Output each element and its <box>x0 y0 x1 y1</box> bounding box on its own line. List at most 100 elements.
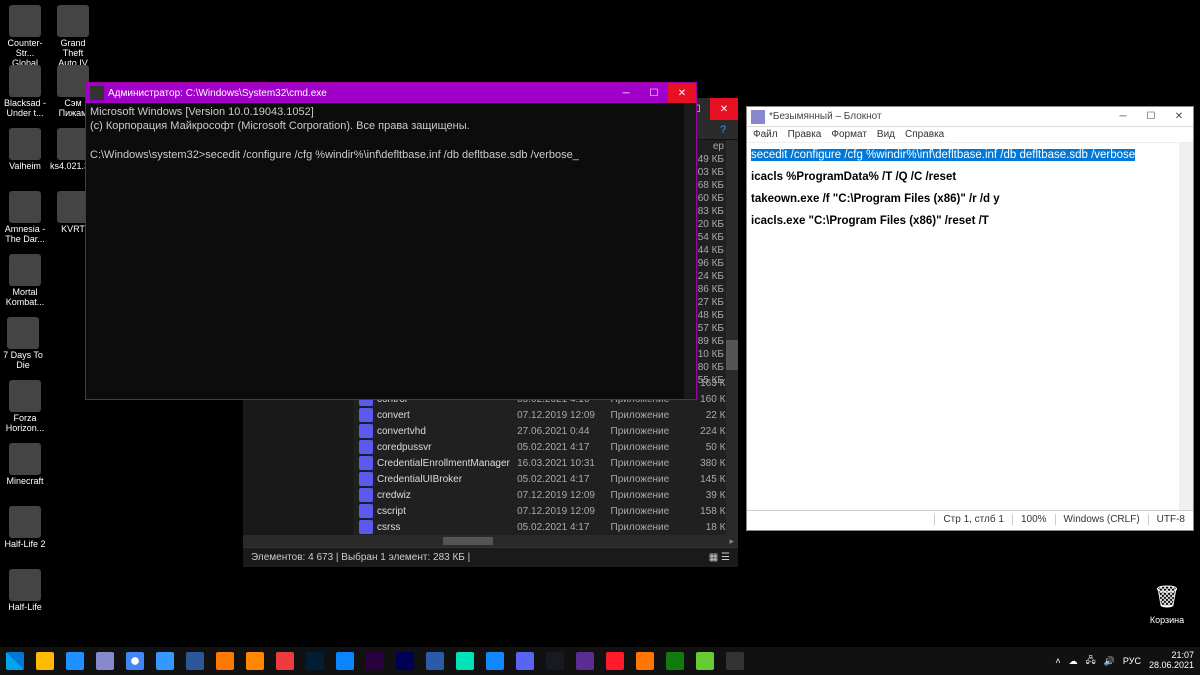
menu-item[interactable]: Файл <box>753 129 778 140</box>
menu-item[interactable]: Справка <box>905 129 944 140</box>
taskbar-button[interactable] <box>90 647 120 675</box>
app-icon <box>576 652 594 670</box>
taskbar-button[interactable] <box>210 647 240 675</box>
menu-item[interactable]: Вид <box>877 129 895 140</box>
tray-chevron-icon[interactable]: ˄ <box>1055 656 1060 666</box>
minimize-button[interactable]: ─ <box>1109 107 1137 127</box>
taskbar-button[interactable] <box>450 647 480 675</box>
taskbar-button[interactable] <box>240 647 270 675</box>
menu-item[interactable]: Правка <box>788 129 822 140</box>
recycle-bin[interactable]: 🗑 Корзина <box>1144 581 1190 625</box>
taskbar-button[interactable] <box>600 647 630 675</box>
app-icon <box>336 652 354 670</box>
table-row[interactable]: cscript07.12.2019 12:09Приложение158 КБ <box>353 503 738 519</box>
taskbar-button[interactable] <box>270 647 300 675</box>
scrollbar[interactable] <box>684 103 696 399</box>
desktop-icon[interactable]: ForzaHorizon... <box>2 380 48 434</box>
taskbar-button[interactable] <box>510 647 540 675</box>
maximize-button[interactable]: ☐ <box>1137 107 1165 127</box>
scrollbar[interactable] <box>726 140 738 535</box>
file-icon <box>359 488 373 502</box>
cmd-titlebar[interactable]: Администратор: C:\Windows\System32\cmd.e… <box>86 83 696 103</box>
app-icon <box>306 652 324 670</box>
notepad-body[interactable]: secedit /configure /cfg %windir%\inf\def… <box>747 143 1193 510</box>
taskbar-button[interactable] <box>30 647 60 675</box>
app-icon <box>156 652 174 670</box>
taskbar-button[interactable] <box>330 647 360 675</box>
file-icon <box>359 408 373 422</box>
notepad-window[interactable]: *Безымянный – Блокнот ─ ☐ ✕ Файл Правка Фо… <box>746 106 1194 531</box>
taskbar-button[interactable] <box>0 647 30 675</box>
h-scrollbar[interactable]: ▸ <box>243 535 738 547</box>
app-icon <box>216 652 234 670</box>
file-icon <box>359 440 373 454</box>
help-icon[interactable]: ? <box>714 122 732 138</box>
trash-icon: 🗑 <box>1151 581 1183 613</box>
taskbar[interactable]: ˄ ☁ 🖧 🔊 РУС 21:0728.06.2021 <box>0 647 1200 675</box>
table-row[interactable]: CredentialEnrollmentManager16.03.2021 10… <box>353 455 738 471</box>
tray-volume-icon[interactable]: 🔊 <box>1104 656 1115 667</box>
app-icon <box>126 652 144 670</box>
notepad-statusbar: Стр 1, стлб 1 100% Windows (CRLF) UTF-8 <box>747 510 1193 528</box>
table-row[interactable]: CredentialUIBroker05.02.2021 4:17Приложе… <box>353 471 738 487</box>
desktop-icon[interactable]: Minecraft <box>2 443 48 487</box>
minimize-button[interactable]: ─ <box>612 83 640 103</box>
taskbar-button[interactable] <box>690 647 720 675</box>
taskbar-button[interactable] <box>660 647 690 675</box>
app-icon <box>6 652 24 670</box>
desktop-icon[interactable]: Blacksad -Under t... <box>2 65 48 119</box>
close-button[interactable]: ✕ <box>710 98 738 120</box>
tray-onedrive-icon[interactable]: ☁ <box>1069 656 1078 667</box>
app-icon <box>606 652 624 670</box>
table-row[interactable]: coredpussvr05.02.2021 4:17Приложение50 К… <box>353 439 738 455</box>
file-icon <box>359 504 373 518</box>
app-icon <box>636 652 654 670</box>
desktop: Counter-Str...Global Offe...Grand TheftA… <box>0 0 1200 675</box>
close-button[interactable]: ✕ <box>1165 107 1193 127</box>
view-icons[interactable]: ▦ ☰ <box>709 552 730 563</box>
app-icon <box>7 317 39 349</box>
maximize-button[interactable]: ☐ <box>640 83 668 103</box>
app-icon <box>456 652 474 670</box>
cmd-body[interactable]: Microsoft Windows [Version 10.0.19043.10… <box>86 103 696 399</box>
taskbar-button[interactable] <box>570 647 600 675</box>
notepad-titlebar[interactable]: *Безымянный – Блокнот ─ ☐ ✕ <box>747 107 1193 127</box>
taskbar-button[interactable] <box>300 647 330 675</box>
taskbar-button[interactable] <box>120 647 150 675</box>
taskbar-button[interactable] <box>390 647 420 675</box>
tray-network-icon[interactable]: 🖧 <box>1086 653 1096 669</box>
taskbar-button[interactable] <box>540 647 570 675</box>
desktop-icon[interactable]: Valheim <box>2 128 48 172</box>
desktop-icon[interactable]: Grand TheftAuto IV <box>50 5 96 69</box>
table-row[interactable]: convert07.12.2019 12:09Приложение22 КБ <box>353 407 738 423</box>
desktop-icon[interactable]: Amnesia -The Dar... <box>2 191 48 245</box>
app-icon <box>486 652 504 670</box>
tray-lang[interactable]: РУС <box>1123 656 1141 666</box>
desktop-icon[interactable]: 7 Days To Die <box>0 317 46 371</box>
notepad-menu[interactable]: Файл Правка Формат Вид Справка <box>747 127 1193 143</box>
app-icon <box>9 380 41 412</box>
taskbar-button[interactable] <box>60 647 90 675</box>
table-row[interactable]: credwiz07.12.2019 12:09Приложение39 КБ <box>353 487 738 503</box>
cmd-window[interactable]: Администратор: C:\Windows\System32\cmd.e… <box>85 82 697 400</box>
desktop-icon[interactable]: Half-Life 2 <box>2 506 48 550</box>
app-icon <box>66 652 84 670</box>
app-icon <box>9 569 41 601</box>
taskbar-button[interactable] <box>420 647 450 675</box>
table-row[interactable]: convertvhd27.06.2021 0:44Приложение224 К… <box>353 423 738 439</box>
desktop-icon[interactable]: Half-Life <box>2 569 48 613</box>
app-icon <box>726 652 744 670</box>
taskbar-button[interactable] <box>720 647 750 675</box>
taskbar-button[interactable] <box>150 647 180 675</box>
menu-item[interactable]: Формат <box>831 129 867 140</box>
scrollbar[interactable] <box>1179 143 1193 510</box>
system-tray[interactable]: ˄ ☁ 🖧 🔊 РУС 21:0728.06.2021 <box>1055 651 1200 671</box>
table-row[interactable]: csrss05.02.2021 4:17Приложение18 КБ <box>353 519 738 535</box>
taskbar-button[interactable] <box>180 647 210 675</box>
desktop-icon[interactable]: MortalKombat... <box>2 254 48 308</box>
taskbar-button[interactable] <box>480 647 510 675</box>
taskbar-button[interactable] <box>360 647 390 675</box>
close-button[interactable]: ✕ <box>668 83 696 103</box>
tray-clock[interactable]: 21:0728.06.2021 <box>1149 651 1194 671</box>
taskbar-button[interactable] <box>630 647 660 675</box>
